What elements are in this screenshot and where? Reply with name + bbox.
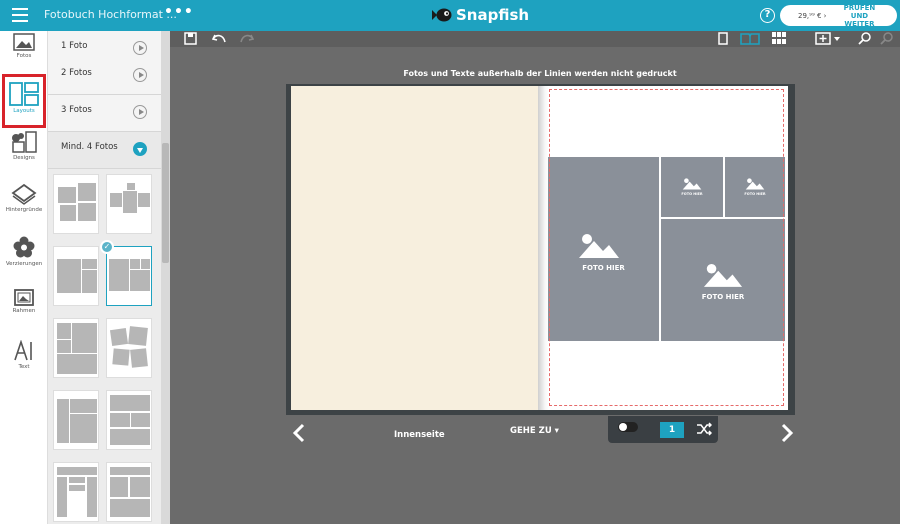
category-label: Mind. 4 Fotos <box>61 142 118 152</box>
zoom-out-icon[interactable] <box>880 32 894 45</box>
rail-item-hintergruende[interactable]: Hintergründe <box>0 183 48 213</box>
grid-view-icon[interactable] <box>772 32 786 45</box>
rail-label-text: Text <box>18 364 30 370</box>
fish-icon <box>432 8 452 22</box>
checkout-label-line1: PRÜFEN UND <box>843 3 876 20</box>
category-label: 1 Foto <box>61 41 88 51</box>
page-number[interactable]: 1 <box>660 422 684 438</box>
chevron-right-icon <box>133 105 147 119</box>
layout-thumbnail[interactable] <box>106 390 152 450</box>
more-options-icon[interactable]: ••• <box>164 4 194 20</box>
brand-name: Snapfish <box>456 6 530 24</box>
category-2-fotos[interactable]: 2 Fotos <box>48 58 161 95</box>
layout-icon <box>9 82 39 106</box>
page-label: Innenseite <box>394 430 445 440</box>
rail-item-fotos[interactable]: Fotos <box>0 33 48 59</box>
chevron-right-icon <box>133 68 147 82</box>
redo-icon[interactable] <box>240 32 254 45</box>
rail-item-rahmen[interactable]: Rahmen <box>0 289 48 314</box>
layout-thumbnail[interactable] <box>53 318 99 378</box>
photo-icon <box>13 33 35 51</box>
layout-thumbnail[interactable] <box>53 462 99 522</box>
page-toggle[interactable] <box>618 422 638 432</box>
save-icon[interactable] <box>184 32 198 45</box>
category-3-fotos[interactable]: 3 Fotos <box>48 95 161 132</box>
rail-label-fotos: Fotos <box>16 53 32 59</box>
rail-item-layouts[interactable]: Layouts <box>2 74 46 128</box>
rail-label-designs: Designs <box>13 155 35 161</box>
undo-icon[interactable] <box>212 32 226 45</box>
rail-item-text[interactable]: Text <box>0 340 48 370</box>
print-margin-notice: Fotos und Texte außerhalb der Linien wer… <box>403 69 677 78</box>
category-label: 3 Fotos <box>61 105 92 115</box>
add-page-icon[interactable] <box>815 32 841 45</box>
single-page-view-icon[interactable] <box>716 32 730 45</box>
tool-rail: Fotos Layouts Designs Hintergründe Verzi… <box>0 31 48 524</box>
layout-thumbnail[interactable] <box>106 174 152 234</box>
rail-item-designs[interactable]: Designs <box>0 131 48 161</box>
price-label: 29,⁹⁹ € › <box>798 11 827 20</box>
checkout-button[interactable]: 29,⁹⁹ € › PRÜFEN UND WEITER <box>780 4 897 28</box>
layout-thumbnail[interactable] <box>53 174 99 234</box>
page-controls: 1 <box>608 416 718 443</box>
checkout-label-line2: WEITER <box>844 19 875 28</box>
layout-thumbnail[interactable] <box>106 318 152 378</box>
print-safe-line <box>549 89 784 406</box>
snapfish-logo: Snapfish <box>430 6 529 24</box>
designs-icon <box>12 131 37 153</box>
category-label: 2 Fotos <box>61 68 92 78</box>
checkmark-icon: ✓ <box>100 240 114 254</box>
category-mind-4-fotos[interactable]: Mind. 4 Fotos <box>48 132 161 169</box>
zoom-in-icon[interactable] <box>858 32 872 45</box>
hamburger-menu-icon[interactable] <box>12 8 28 22</box>
next-page-arrow-icon[interactable] <box>780 423 794 443</box>
previous-page-arrow-icon[interactable] <box>292 423 306 443</box>
layouts-panel: 1 Foto 2 Fotos 3 Fotos Mind. 4 Fotos ✓ <box>48 31 161 524</box>
rail-label-rahmen: Rahmen <box>12 308 36 314</box>
layout-thumbnail[interactable] <box>106 462 152 522</box>
spread-view-icon[interactable] <box>740 32 760 45</box>
checkout-label: PRÜFEN UND WEITER <box>834 4 884 28</box>
goto-dropdown[interactable]: GEHE ZU ▾ <box>510 426 559 436</box>
chevron-right-icon <box>133 41 147 55</box>
panel-scrollbar[interactable] <box>161 31 170 524</box>
rail-label-verzierungen: Verzierungen <box>5 261 43 267</box>
top-bar: Fotobuch Hochformat ... ••• Snapfish ? 2… <box>0 0 900 31</box>
document-title[interactable]: Fotobuch Hochformat ... <box>44 8 177 21</box>
text-icon <box>14 340 32 361</box>
help-icon[interactable]: ? <box>760 8 775 23</box>
left-page[interactable] <box>291 86 539 410</box>
scrollbar-thumb[interactable] <box>162 143 169 263</box>
frame-icon <box>14 289 34 306</box>
layout-thumbnail[interactable] <box>53 246 99 306</box>
layout-thumbnail-selected[interactable]: ✓ <box>100 240 152 306</box>
background-icon <box>11 183 37 205</box>
layout-thumbnails: ✓ <box>48 171 161 524</box>
rail-item-verzierungen[interactable]: Verzierungen <box>0 235 48 267</box>
rail-label-layouts: Layouts <box>13 108 35 114</box>
layout-thumbnail[interactable] <box>53 390 99 450</box>
rail-label-hintergruende: Hintergründe <box>5 207 43 213</box>
flower-icon <box>13 236 35 258</box>
chevron-down-icon <box>133 142 147 156</box>
canvas-toolbar <box>170 31 900 47</box>
shuffle-icon[interactable] <box>696 422 712 436</box>
